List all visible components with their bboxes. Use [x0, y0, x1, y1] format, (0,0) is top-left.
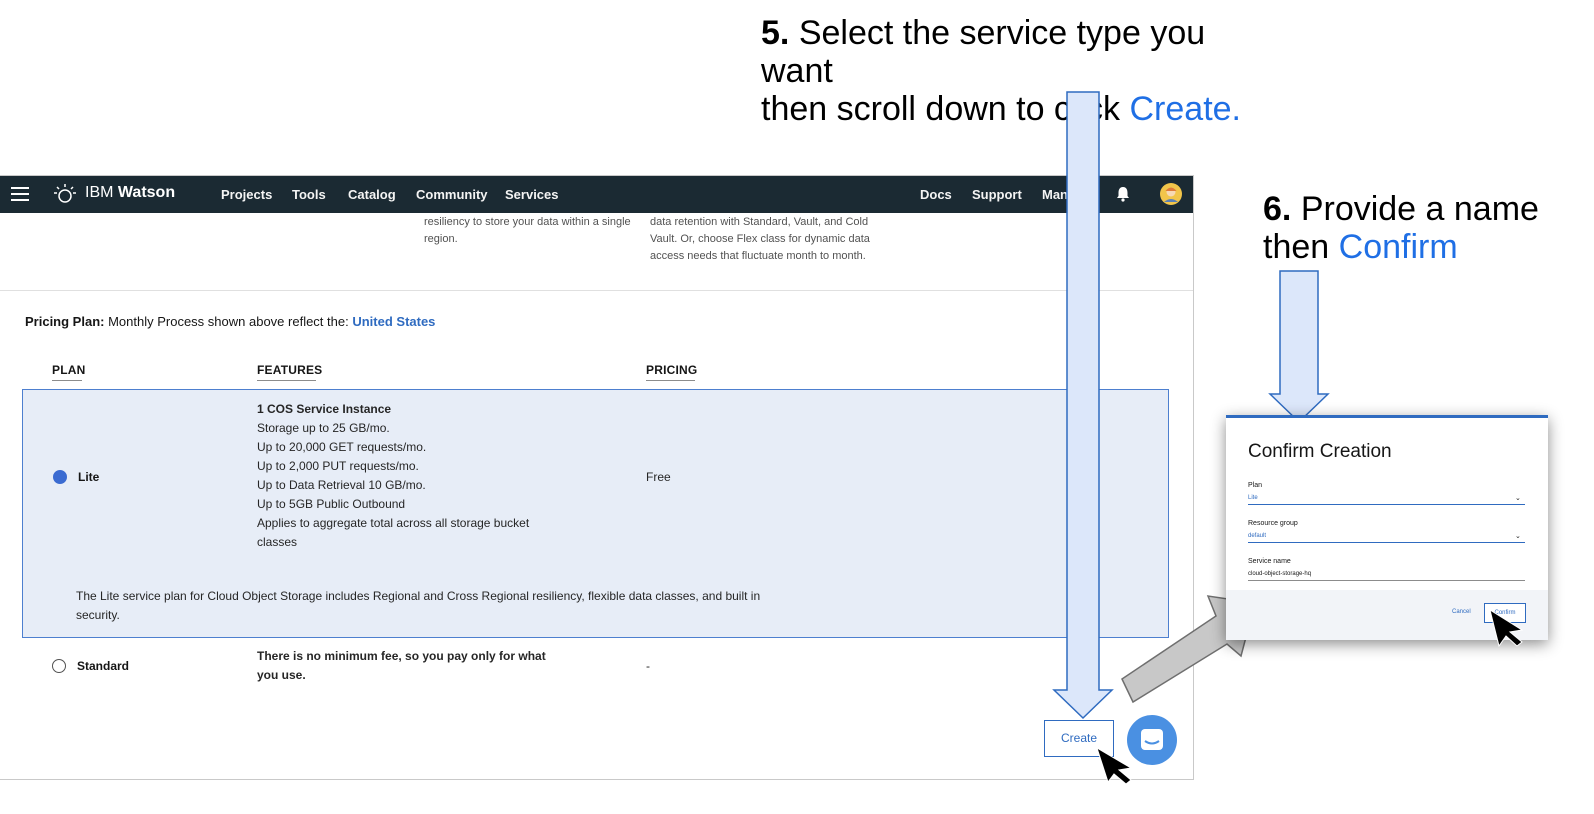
cursor-confirm-icon — [1489, 608, 1524, 648]
plan-select-value[interactable]: Lite — [1248, 495, 1258, 501]
arrow-to-modal — [1268, 270, 1330, 424]
arrow-to-create — [1052, 91, 1114, 720]
resource-group-chevron-down-icon[interactable]: ⌄ — [1515, 532, 1521, 540]
resource-group-select-value[interactable]: default — [1248, 533, 1266, 539]
plan-label: Plan — [1248, 482, 1263, 489]
cancel-button[interactable]: Cancel — [1452, 609, 1471, 615]
resource-group-label: Resource group — [1248, 520, 1298, 527]
cursor-create-icon — [1096, 746, 1133, 785]
resource-group-underline — [1248, 542, 1525, 543]
plan-chevron-down-icon[interactable]: ⌄ — [1515, 494, 1521, 502]
service-name-input[interactable]: cloud-object-storage-hq — [1248, 571, 1311, 577]
plan-field-underline — [1248, 504, 1525, 505]
modal-title: Confirm Creation — [1248, 441, 1392, 462]
service-name-label: Service name — [1248, 558, 1291, 565]
service-name-underline — [1248, 580, 1525, 581]
annotation-arrows — [1052, 91, 1330, 785]
confirm-creation-modal: Confirm Creation Plan Lite ⌄ Resource gr… — [1226, 415, 1548, 640]
